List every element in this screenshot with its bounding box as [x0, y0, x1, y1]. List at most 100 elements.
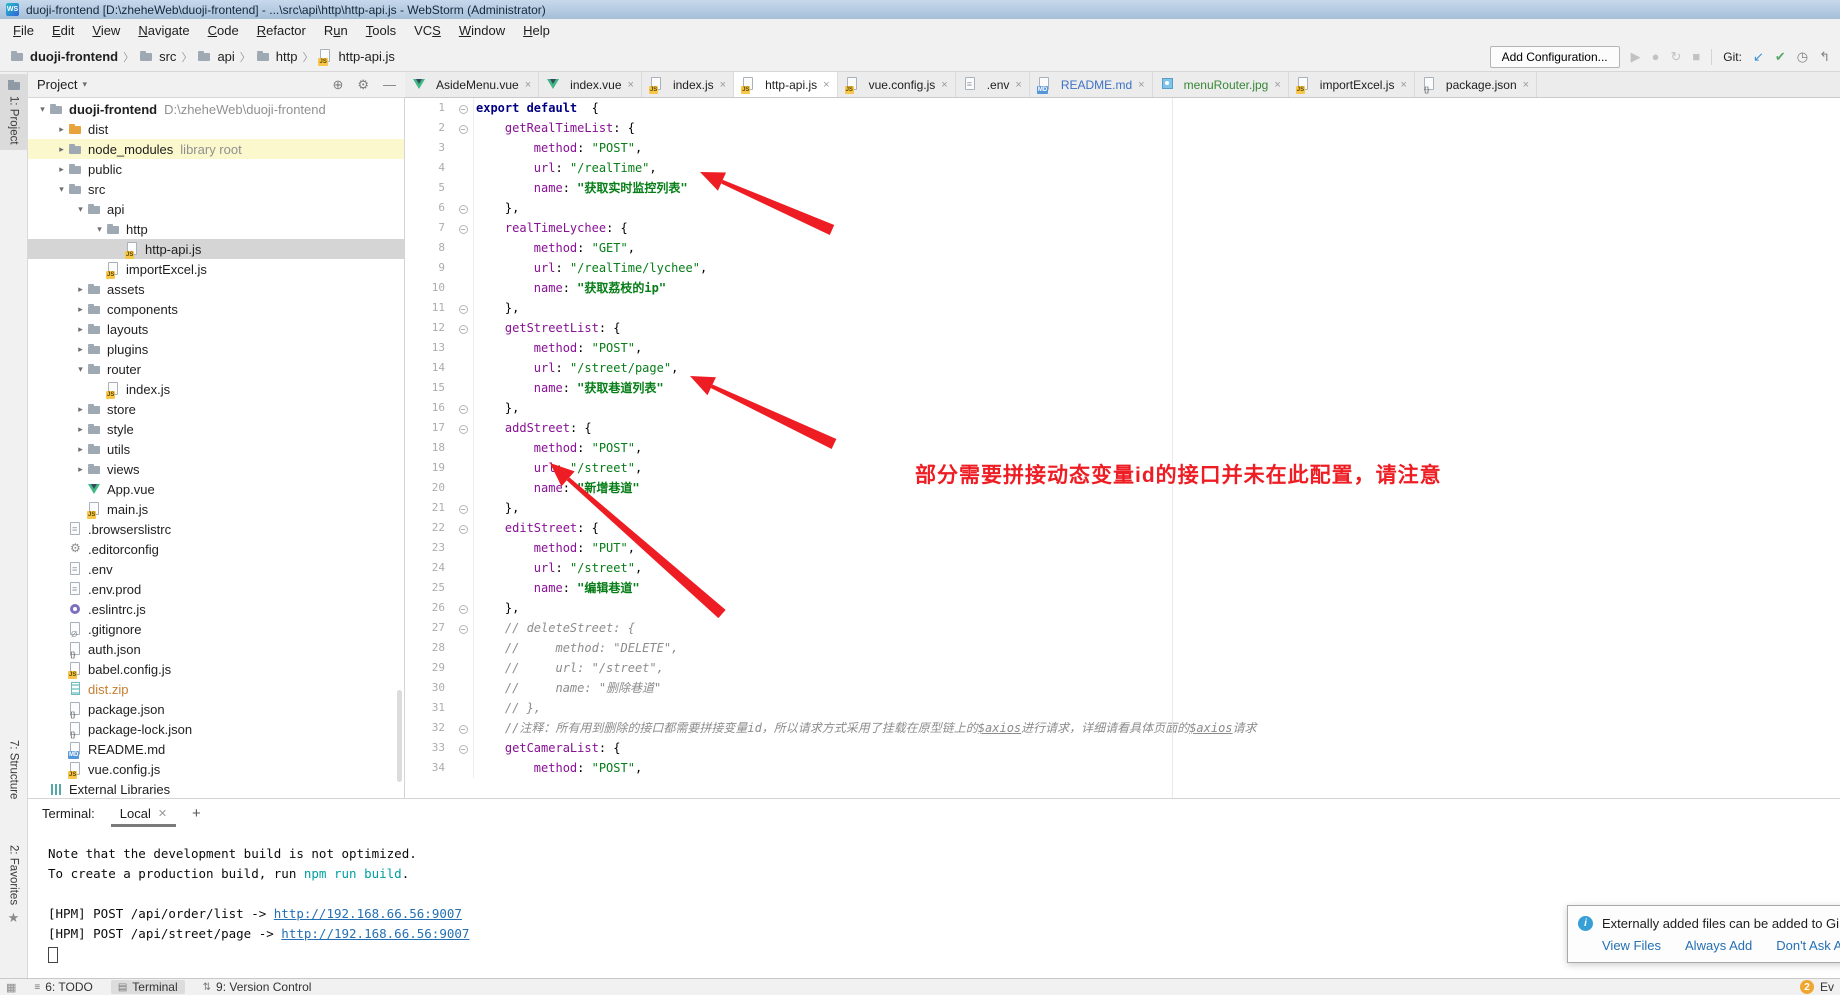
hide-icon[interactable]: — — [383, 77, 396, 92]
menu-view[interactable]: View — [83, 21, 129, 40]
fold-marker-icon[interactable]: − — [459, 605, 468, 614]
tree-item-layouts[interactable]: ▸layouts — [28, 319, 404, 339]
status-9-version-control[interactable]: ⇅9: Version Control — [203, 980, 312, 994]
fold-marker-icon[interactable]: − — [459, 125, 468, 134]
coverage-icon[interactable]: ↻ — [1671, 49, 1682, 65]
close-icon[interactable]: × — [941, 79, 947, 91]
chevron-right-icon[interactable]: ▸ — [55, 144, 68, 155]
menu-code[interactable]: Code — [199, 21, 248, 40]
tree-item-utils[interactable]: ▸utils — [28, 439, 404, 459]
git-update-icon[interactable]: ↙ — [1753, 49, 1764, 65]
tab-index.js[interactable]: index.js× — [642, 72, 734, 97]
git-commit-icon[interactable]: ✔ — [1775, 49, 1786, 65]
chevron-down-icon[interactable]: ▾ — [93, 224, 106, 235]
tree-item-babel.config.js[interactable]: babel.config.js — [28, 659, 404, 679]
fold-marker-icon[interactable]: − — [459, 745, 468, 754]
tree-item-.eslintrc.js[interactable]: .eslintrc.js — [28, 599, 404, 619]
tab-menuRouter.jpg[interactable]: menuRouter.jpg× — [1153, 72, 1289, 97]
fold-marker-icon[interactable]: − — [459, 205, 468, 214]
git-history-icon[interactable]: ◷ — [1797, 49, 1808, 65]
tab-vue.config.js[interactable]: vue.config.js× — [838, 72, 956, 97]
menu-help[interactable]: Help — [514, 21, 559, 40]
menu-edit[interactable]: Edit — [43, 21, 83, 40]
toolwindow-switcher-icon[interactable]: ▦ — [6, 981, 16, 994]
fold-marker-icon[interactable]: − — [459, 405, 468, 414]
notification-action-always-add[interactable]: Always Add — [1685, 938, 1752, 953]
tree-item-store[interactable]: ▸store — [28, 399, 404, 419]
status-6-todo[interactable]: ≡6: TODO — [34, 980, 92, 994]
tree-item-External Libraries[interactable]: External Libraries — [28, 779, 404, 798]
close-icon[interactable]: × — [720, 79, 726, 91]
project-panel-title[interactable]: Project — [37, 77, 77, 92]
notification-action-view-files[interactable]: View Files — [1602, 938, 1661, 953]
menu-navigate[interactable]: Navigate — [129, 21, 198, 40]
tree-item-.env[interactable]: .env — [28, 559, 404, 579]
settings-icon[interactable]: ⚙ — [357, 77, 369, 93]
tree-item-assets[interactable]: ▸assets — [28, 279, 404, 299]
sidebar-item-project[interactable]: 1: Project — [0, 74, 27, 150]
debug-icon[interactable]: ● — [1652, 49, 1660, 64]
status-terminal[interactable]: ▤Terminal — [111, 980, 185, 994]
tree-item-package-lock.json[interactable]: package-lock.json — [28, 719, 404, 739]
breadcrumb-item-api[interactable]: api — [197, 49, 234, 64]
close-icon[interactable]: × — [1138, 79, 1144, 91]
chevron-right-icon[interactable]: ▸ — [74, 304, 87, 315]
tree-item-.env.prod[interactable]: .env.prod — [28, 579, 404, 599]
close-icon[interactable]: ✕ — [158, 807, 167, 820]
tree-item-api[interactable]: ▾api — [28, 199, 404, 219]
tree-item-public[interactable]: ▸public — [28, 159, 404, 179]
menu-vcs[interactable]: VCS — [405, 21, 450, 40]
fold-marker-icon[interactable]: − — [459, 505, 468, 514]
tree-item-importExcel.js[interactable]: importExcel.js — [28, 259, 404, 279]
code-editor[interactable]: 1−export default {2− getRealTimeList: {3… — [405, 98, 1840, 798]
menu-window[interactable]: Window — [450, 21, 514, 40]
tree-item-duoji-frontend[interactable]: ▾duoji-frontendD:\zheheWeb\duoji-fronten… — [28, 99, 404, 119]
tree-item-package.json[interactable]: package.json — [28, 699, 404, 719]
tree-item-components[interactable]: ▸components — [28, 299, 404, 319]
close-icon[interactable]: × — [1400, 79, 1406, 91]
add-configuration-button[interactable]: Add Configuration... — [1490, 46, 1620, 68]
chevron-right-icon[interactable]: ▸ — [55, 124, 68, 135]
tree-scrollbar[interactable] — [397, 690, 402, 782]
close-icon[interactable]: × — [628, 79, 634, 91]
chevron-right-icon[interactable]: ▸ — [74, 444, 87, 455]
chevron-right-icon[interactable]: ▸ — [55, 164, 68, 175]
tree-item-App.vue[interactable]: App.vue — [28, 479, 404, 499]
breadcrumb-item-src[interactable]: src — [139, 49, 176, 64]
locate-icon[interactable]: ⊕ — [332, 77, 343, 93]
fold-marker-icon[interactable]: − — [459, 625, 468, 634]
event-log-area[interactable]: 2 Ev — [1800, 980, 1834, 994]
close-icon[interactable]: × — [1523, 79, 1529, 91]
close-icon[interactable]: × — [1274, 79, 1280, 91]
tree-item-src[interactable]: ▾src — [28, 179, 404, 199]
fold-marker-icon[interactable]: − — [459, 425, 468, 434]
menu-tools[interactable]: Tools — [357, 21, 405, 40]
menu-run[interactable]: Run — [315, 21, 357, 40]
fold-marker-icon[interactable]: − — [459, 225, 468, 234]
tree-item-dist.zip[interactable]: dist.zip — [28, 679, 404, 699]
chevron-right-icon[interactable]: ▸ — [74, 424, 87, 435]
close-icon[interactable]: × — [823, 79, 829, 91]
close-icon[interactable]: × — [1015, 79, 1021, 91]
tree-item-http-api.js[interactable]: http-api.js — [28, 239, 404, 259]
tree-item-style[interactable]: ▸style — [28, 419, 404, 439]
git-revert-icon[interactable]: ↰ — [1819, 49, 1830, 65]
tree-item-.editorconfig[interactable]: .editorconfig — [28, 539, 404, 559]
new-terminal-button[interactable]: + — [192, 805, 201, 822]
run-icon[interactable]: ▶ — [1631, 49, 1641, 65]
sidebar-item-structure[interactable]: 7: Structure — [0, 735, 27, 804]
fold-marker-icon[interactable]: − — [459, 305, 468, 314]
fold-marker-icon[interactable]: − — [459, 525, 468, 534]
terminal-link[interactable]: http://192.168.66.56:9007 — [274, 906, 462, 921]
tab-AsideMenu.vue[interactable]: AsideMenu.vue× — [405, 72, 539, 97]
fold-marker-icon[interactable]: − — [459, 725, 468, 734]
tab-importExcel.js[interactable]: importExcel.js× — [1289, 72, 1415, 97]
tree-item-plugins[interactable]: ▸plugins — [28, 339, 404, 359]
tree-item-vue.config.js[interactable]: vue.config.js — [28, 759, 404, 779]
breadcrumb-item-http-api.js[interactable]: http-api.js — [318, 49, 394, 64]
breadcrumb-item-duoji-frontend[interactable]: duoji-frontend — [10, 49, 118, 64]
sidebar-item-favorites[interactable]: 2: Favorites ★ — [0, 840, 27, 931]
tree-item-auth.json[interactable]: auth.json — [28, 639, 404, 659]
stop-icon[interactable]: ■ — [1692, 49, 1700, 64]
tree-item-views[interactable]: ▸views — [28, 459, 404, 479]
